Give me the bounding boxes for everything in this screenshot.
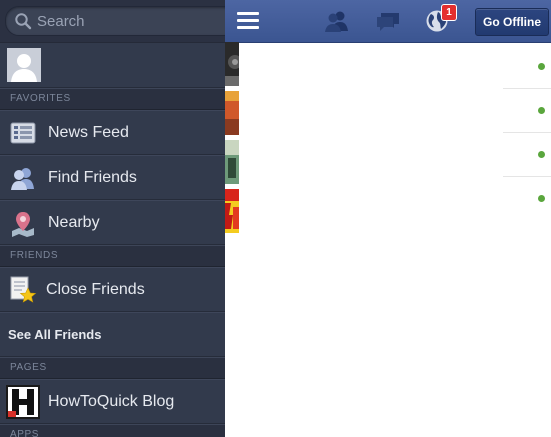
online-friend-row-4[interactable] (503, 176, 551, 220)
online-friend-row-1[interactable] (503, 44, 551, 89)
sidebar-item-label: Find Friends (48, 169, 137, 186)
sidebar-item-label: Close Friends (46, 281, 145, 298)
thumbnail-1[interactable] (225, 42, 242, 86)
search-box[interactable] (5, 6, 225, 36)
online-status-dot (538, 63, 545, 70)
profile-row[interactable] (0, 43, 225, 88)
section-pages: PAGES (0, 357, 225, 379)
friend-requests-icon[interactable] (324, 10, 350, 32)
section-apps: APPS (0, 424, 225, 437)
sidebar-item-label: Nearby (48, 214, 100, 231)
messages-icon[interactable] (375, 10, 401, 32)
thumbnail-2[interactable] (225, 91, 239, 135)
default-avatar-icon (7, 48, 41, 82)
search-bar (0, 0, 225, 43)
sidebar-item-label: News Feed (48, 124, 129, 141)
find-friends-icon (11, 168, 34, 190)
sidebar-item-howtoquick-blog[interactable]: HowToQuick Blog (0, 379, 225, 424)
sidebar-item-label: HowToQuick Blog (48, 393, 175, 410)
map-pin-icon (12, 212, 34, 237)
sidebar-item-nearby[interactable]: Nearby (0, 200, 225, 245)
top-navigation-bar: 1 Go Offline (225, 0, 551, 43)
thumbnail-strip (225, 42, 242, 238)
section-friends: FRIENDS (0, 245, 225, 267)
search-icon (15, 13, 32, 30)
howtoquick-logo (6, 385, 40, 419)
avatar[interactable] (7, 48, 41, 82)
search-input[interactable] (37, 11, 217, 31)
online-status-dot (538, 107, 545, 114)
online-status-dot (538, 151, 545, 158)
sidebar-item-see-all-friends[interactable]: See All Friends (0, 312, 225, 357)
online-friend-row-3[interactable] (503, 132, 551, 177)
sidebar: FAVORITES News Feed Find Friends Nearby … (0, 0, 225, 437)
sidebar-item-label: See All Friends (8, 327, 102, 342)
close-friends-star-icon (10, 276, 37, 303)
section-favorites: FAVORITES (0, 88, 225, 110)
news-feed-icon (10, 122, 36, 144)
thumbnail-3[interactable] (225, 140, 239, 184)
notification-count-badge: 1 (441, 4, 457, 21)
go-offline-button[interactable]: Go Offline (475, 8, 549, 36)
thumbnail-4[interactable] (225, 189, 239, 233)
menu-icon[interactable] (237, 12, 259, 30)
sidebar-item-news-feed[interactable]: News Feed (0, 110, 225, 155)
online-friend-row-2[interactable] (503, 88, 551, 133)
sidebar-item-find-friends[interactable]: Find Friends (0, 155, 225, 200)
sidebar-item-close-friends[interactable]: Close Friends (0, 267, 225, 312)
online-status-dot (538, 195, 545, 202)
